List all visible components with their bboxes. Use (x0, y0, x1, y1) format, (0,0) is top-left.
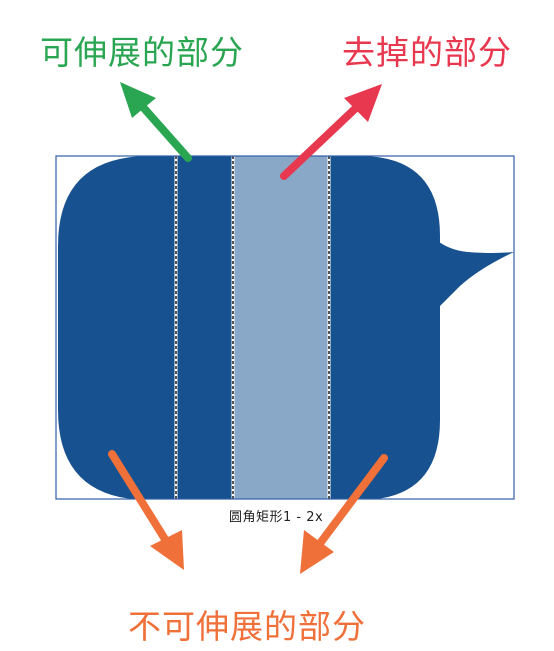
removed-band (233, 156, 329, 499)
arrow-icon-stretchable (120, 82, 192, 162)
layer-caption: 圆角矩形1 - 2x (229, 510, 324, 525)
label-removed: 去掉的部分 (342, 33, 512, 72)
label-stretchable: 可伸展的部分 (40, 33, 244, 72)
speech-bubble-icon (58, 156, 514, 499)
diagram: 圆角矩形1 - 2x 可伸展的部分 去掉的部分 不可伸展的部分 (0, 0, 554, 647)
diagram-canvas (55, 82, 515, 574)
label-non-stretchable: 不可伸展的部分 (128, 607, 366, 646)
bubble-tail (432, 236, 514, 306)
